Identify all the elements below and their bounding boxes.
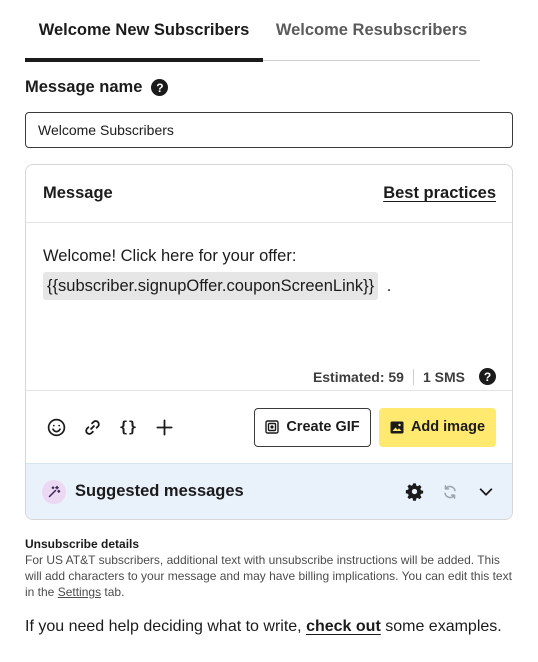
help-icon[interactable]: ?: [479, 368, 496, 385]
character-estimate: Estimated: 59 1 SMS ?: [313, 368, 496, 385]
tab-bar: Welcome New Subscribers Welcome Resubscr…: [25, 0, 480, 62]
unsubscribe-title: Unsubscribe details: [25, 537, 140, 551]
help-text-before: If you need help deciding what to write,: [25, 618, 302, 635]
plus-icon[interactable]: [150, 413, 178, 441]
tab-welcome-new-subscribers[interactable]: Welcome New Subscribers: [25, 0, 263, 62]
suggested-messages-bar[interactable]: Suggested messages: [26, 463, 512, 519]
unsubscribe-text: For US AT&T subscribers, additional text…: [25, 552, 517, 600]
message-trailing-period: .: [386, 277, 392, 295]
braces-icon[interactable]: {}: [114, 413, 142, 441]
message-name-label-row: Message name ?: [25, 78, 169, 97]
message-title: Message: [43, 184, 113, 202]
help-text-after: some examples.: [385, 618, 502, 635]
estimated-count: Estimated: 59: [312, 368, 404, 385]
unsubscribe-tail: tab.: [104, 585, 125, 599]
gear-icon[interactable]: [404, 482, 424, 502]
best-practices-link[interactable]: Best practices: [383, 184, 496, 203]
message-body[interactable]: Welcome! Click here for your offer: {{su…: [43, 241, 391, 301]
settings-link[interactable]: Settings: [58, 585, 101, 599]
suggested-actions: [404, 482, 496, 502]
add-image-label: Add image: [410, 419, 486, 435]
message-card: Message Best practices Welcome! Click he…: [25, 164, 513, 520]
chevron-down-icon[interactable]: [476, 482, 496, 502]
create-gif-button[interactable]: Create GIF: [254, 407, 371, 447]
magic-wand-icon: [42, 479, 66, 504]
sms-count: 1 SMS: [422, 368, 465, 385]
unsubscribe-details: Unsubscribe details For US AT&T subscrib…: [25, 536, 517, 600]
check-out-link[interactable]: check out: [306, 618, 381, 635]
divider: [412, 368, 414, 385]
link-icon[interactable]: [78, 413, 106, 441]
create-gif-label: Create GIF: [286, 419, 360, 435]
tab-welcome-resubscribers[interactable]: Welcome Resubscribers: [263, 0, 480, 61]
help-text: If you need help deciding what to write,…: [25, 618, 502, 636]
image-icon: [390, 421, 404, 433]
message-text: Welcome! Click here for your offer:: [43, 247, 297, 265]
gif-icon: [265, 420, 280, 434]
suggested-messages-title: Suggested messages: [75, 482, 244, 500]
add-image-button[interactable]: Add image: [379, 407, 496, 447]
coupon-link-token[interactable]: {{subscriber.signupOffer.couponScreenLin…: [43, 272, 379, 300]
message-name-label: Message name: [25, 78, 143, 96]
help-icon[interactable]: ?: [151, 79, 169, 96]
emoji-icon[interactable]: [42, 413, 70, 441]
message-toolbar: {} Create GIF Add image: [26, 390, 512, 463]
message-name-input[interactable]: [25, 112, 513, 148]
refresh-icon[interactable]: [440, 482, 460, 502]
message-card-header: Message Best practices: [26, 165, 512, 223]
